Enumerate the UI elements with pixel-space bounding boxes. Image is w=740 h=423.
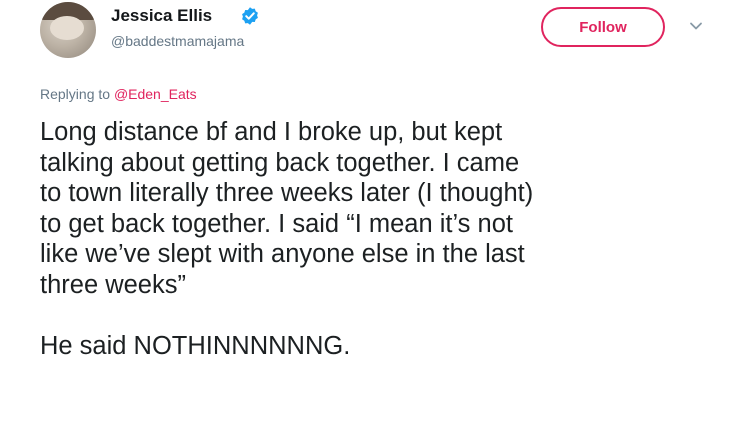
author-handle[interactable]: @baddestmamajama [111, 33, 244, 49]
verified-badge-icon [242, 7, 258, 25]
tweet-text-line: talking about getting back together. I c… [40, 148, 520, 177]
avatar[interactable] [40, 2, 96, 58]
reply-context: Replying to @Eden_Eats [40, 86, 197, 102]
tweet-text-line: three weeks” [40, 270, 186, 299]
tweet-text-line: to get back together. I said “I mean it’… [40, 209, 513, 238]
tweet-card: Jessica Ellis @baddestmamajama Follow Re… [0, 0, 740, 423]
tweet-text-line: to town literally three weeks later (I t… [40, 179, 534, 207]
reply-prefix: Replying to [40, 86, 114, 102]
author-display-name[interactable]: Jessica Ellis [111, 6, 212, 26]
chevron-down-icon[interactable] [688, 18, 704, 34]
follow-button[interactable]: Follow [541, 7, 665, 47]
tweet-text-line: Long distance bf and I broke up, but kep… [40, 118, 503, 146]
tweet-text: Long distance bf and I broke up, but kep… [40, 117, 730, 361]
tweet-text-line: like we’ve slept with anyone else in the… [40, 240, 525, 268]
tweet-text-second-paragraph: He said NOTHINNNNNNG. [40, 331, 351, 360]
reply-mention-link[interactable]: @Eden_Eats [114, 86, 197, 102]
avatar-face [50, 16, 84, 40]
